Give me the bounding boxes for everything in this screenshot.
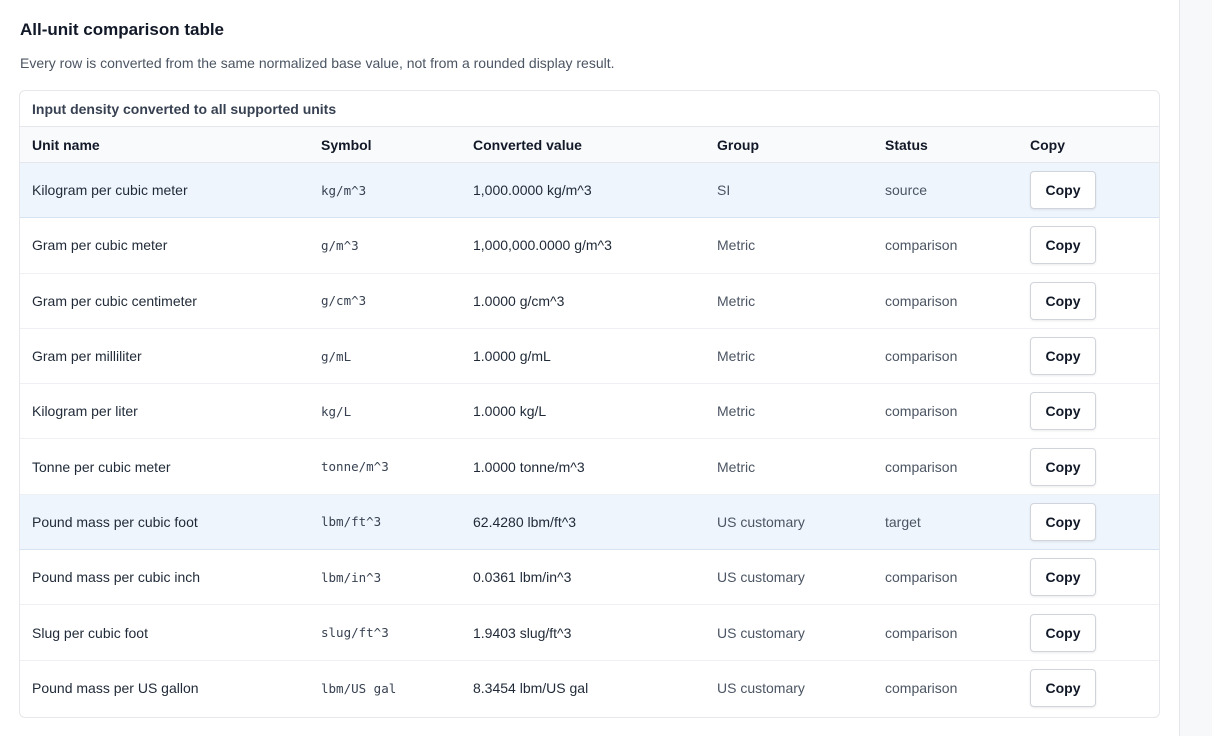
converted-value-cell: 1.0000 kg/L — [473, 403, 547, 420]
status-cell: source — [885, 182, 928, 199]
copy-button[interactable]: Copy — [1030, 447, 1096, 486]
unit-name-cell: Gram per cubic centimeter — [32, 292, 197, 309]
table-row: Pound mass per cubic inch lbm/in^3 0.0361 … — [20, 550, 1159, 606]
unit-name-cell: Tonne per cubic meter — [32, 458, 171, 475]
symbol-cell: tonne/m^3 — [321, 459, 389, 475]
header-copy: Copy — [1030, 136, 1065, 153]
copy-button[interactable]: Copy — [1030, 392, 1096, 431]
unit-name-cell: Gram per cubic meter — [32, 237, 168, 254]
copy-button[interactable]: Copy — [1030, 281, 1096, 320]
status-cell: comparison — [885, 680, 958, 697]
unit-name-cell: Gram per milliliter — [32, 348, 142, 365]
group-cell: US customary — [717, 513, 805, 530]
table-row: Kilogram per cubic meter kg/m^3 1,000.0000… — [20, 163, 1159, 219]
header-status: Status — [885, 136, 928, 153]
converted-value-cell: 1.0000 g/cm^3 — [473, 292, 565, 309]
converted-value-cell: 1.9403 slug/ft^3 — [473, 624, 572, 641]
status-cell: target — [885, 513, 921, 530]
copy-button[interactable]: Copy — [1030, 613, 1096, 652]
section-title: All-unit comparison table — [20, 20, 225, 39]
status-cell: comparison — [885, 348, 958, 365]
header-unit-name: Unit name — [32, 136, 100, 153]
group-cell: Metric — [717, 403, 756, 420]
group-cell: Metric — [717, 348, 756, 365]
group-cell: US customary — [717, 569, 805, 586]
section-description: Every row is converted from the same nor… — [20, 55, 615, 71]
unit-name-cell: Slug per cubic foot — [32, 624, 148, 641]
copy-button[interactable]: Copy — [1030, 171, 1096, 210]
header-group: Group — [717, 136, 759, 153]
converted-value-cell: 1.0000 tonne/m^3 — [473, 458, 585, 475]
group-cell: US customary — [717, 624, 805, 641]
table-row: Pound mass per cubic foot lbm/ft^3 62.4280… — [20, 494, 1159, 551]
status-cell: comparison — [885, 569, 958, 586]
table-row: Gram per cubic centimeter g/cm^3 1.0000 g/… — [20, 274, 1159, 329]
unit-name-cell: Pound mass per cubic inch — [32, 569, 201, 586]
unit-name-cell: Pound mass per US gallon — [32, 680, 199, 697]
header-converted-value: Converted value — [473, 136, 582, 153]
group-cell: US customary — [717, 680, 805, 697]
table-row: Slug per cubic foot slug/ft^3 1.9403 slug/… — [20, 605, 1159, 661]
group-cell: Metric — [717, 458, 756, 475]
unit-name-cell: Kilogram per liter — [32, 403, 138, 420]
status-cell: comparison — [885, 403, 958, 420]
table-header-row: Unit name Symbol Converted value Group S… — [20, 127, 1159, 163]
table-row: Gram per milliliter g/mL 1.0000 g/mL Metric… — [20, 329, 1159, 385]
status-cell: comparison — [885, 624, 958, 641]
converted-value-cell: 62.4280 lbm/ft^3 — [473, 513, 577, 530]
table-caption: Input density converted to all supported… — [20, 91, 1159, 127]
header-symbol: Symbol — [321, 136, 372, 153]
symbol-cell: g/cm^3 — [321, 293, 367, 309]
group-cell: SI — [717, 182, 731, 199]
symbol-cell: g/mL — [321, 348, 352, 364]
content-panel: All-unit comparison table Every row is c… — [0, 0, 1180, 736]
copy-button[interactable]: Copy — [1030, 558, 1096, 597]
status-cell: comparison — [885, 458, 958, 475]
symbol-cell: lbm/US gal — [321, 680, 397, 696]
symbol-cell: kg/m^3 — [321, 182, 367, 198]
copy-button[interactable]: Copy — [1030, 502, 1096, 541]
converted-value-cell: 1,000.0000 kg/m^3 — [473, 182, 592, 199]
converted-value-cell: 0.0361 lbm/in^3 — [473, 569, 572, 586]
group-cell: Metric — [717, 292, 756, 309]
unit-name-cell: Kilogram per cubic meter — [32, 182, 188, 199]
comparison-table: Input density converted to all supported… — [19, 90, 1160, 718]
status-cell: comparison — [885, 292, 958, 309]
converted-value-cell: 8.3454 lbm/US gal — [473, 680, 589, 697]
table-row: Pound mass per US gallon lbm/US gal 8.3454… — [20, 661, 1159, 716]
copy-button[interactable]: Copy — [1030, 226, 1096, 265]
converted-value-cell: 1,000,000.0000 g/m^3 — [473, 237, 612, 254]
converted-value-cell: 1.0000 g/mL — [473, 348, 551, 365]
status-cell: comparison — [885, 237, 958, 254]
unit-name-cell: Pound mass per cubic foot — [32, 513, 198, 530]
symbol-cell: slug/ft^3 — [321, 625, 389, 641]
group-cell: Metric — [717, 237, 756, 254]
symbol-cell: kg/L — [321, 403, 352, 419]
copy-button[interactable]: Copy — [1030, 337, 1096, 376]
symbol-cell: g/m^3 — [321, 237, 359, 253]
table-row: Kilogram per liter kg/L 1.0000 kg/L Metric c… — [20, 384, 1159, 440]
table-body: Kilogram per cubic meter kg/m^3 1,000.0000… — [20, 163, 1159, 716]
table-row: Tonne per cubic meter tonne/m^3 1.0000 ton… — [20, 439, 1159, 495]
copy-button[interactable]: Copy — [1030, 669, 1096, 708]
symbol-cell: lbm/in^3 — [321, 569, 382, 585]
symbol-cell: lbm/ft^3 — [321, 514, 382, 530]
table-row: Gram per cubic meter g/m^3 1,000,000.0000 … — [20, 218, 1159, 274]
